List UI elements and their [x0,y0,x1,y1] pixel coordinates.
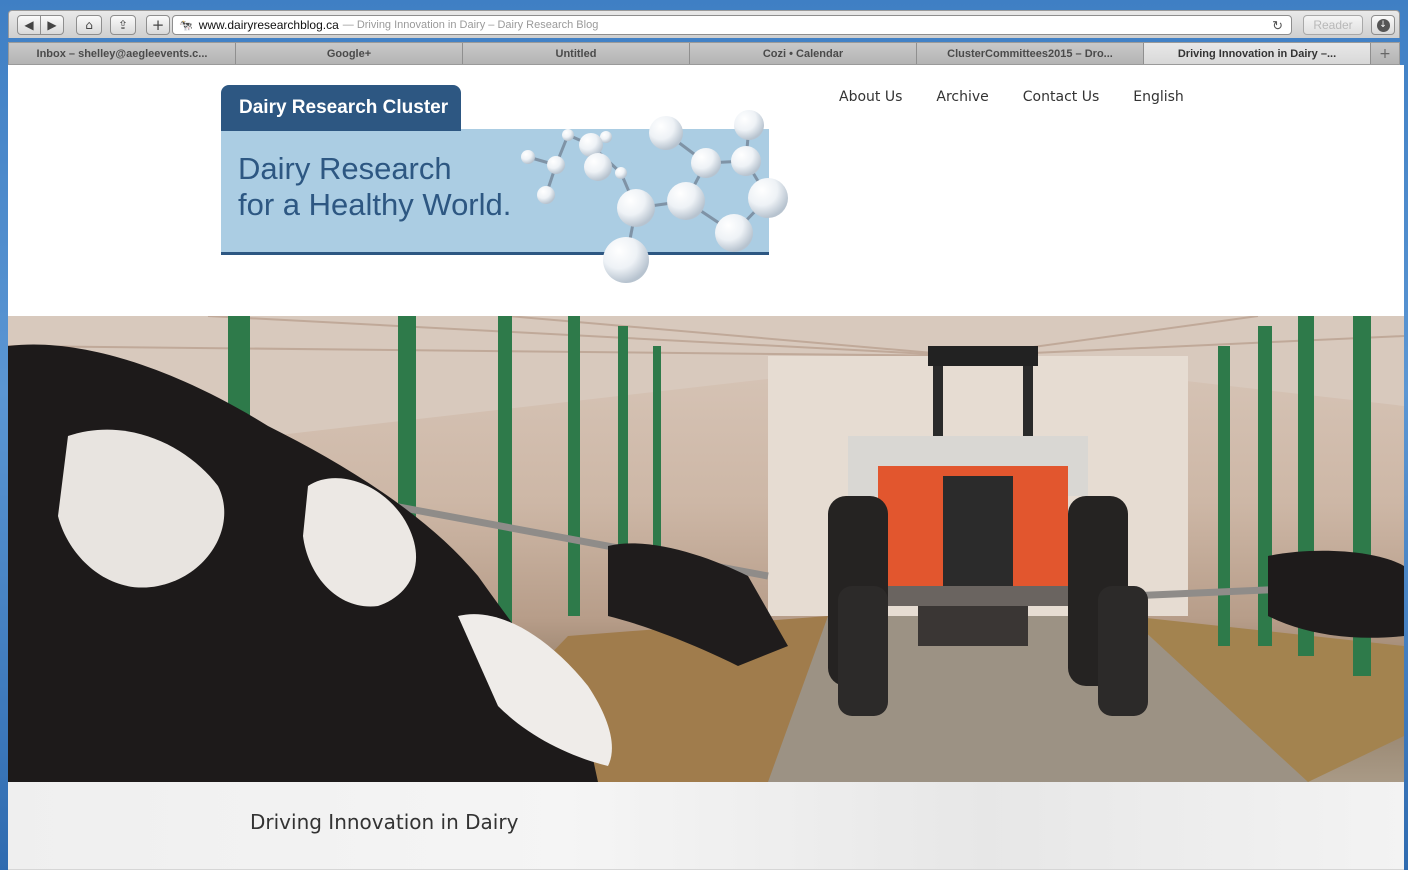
url-text: www.dairyresearchblog.ca [198,18,339,32]
add-bookmark-button[interactable]: + [146,15,170,35]
main-nav: About Us Archive Contact Us English [839,89,1184,105]
plus-icon: + [151,15,165,34]
tab-driving-innovation[interactable]: Driving Innovation in Dairy –... [1144,43,1371,64]
new-tab-button[interactable]: + [1371,43,1399,64]
share-icon: ⇪ [117,18,129,32]
nav-about-us[interactable]: About Us [839,89,902,105]
download-icon: ↓ [1376,18,1390,32]
hero-caption-bar: Driving Innovation in Dairy [8,782,1404,870]
tab-untitled[interactable]: Untitled [463,43,690,64]
site-logo[interactable]: Dairy Research for a Healthy World. Dair… [221,85,801,285]
reload-icon[interactable]: ↻ [1272,18,1283,34]
downloads-button[interactable]: ↓ [1371,15,1395,35]
hero-image [8,316,1404,782]
tab-cozi-calendar[interactable]: Cozi • Calendar [690,43,917,64]
reader-button[interactable]: Reader [1303,15,1363,35]
logo-tagline-line2: for a Healthy World. [238,187,512,222]
home-button[interactable]: ⌂ [76,15,102,35]
cow-favicon-icon: 🐄 [179,19,193,32]
back-button[interactable]: ◀ [17,15,41,35]
tab-cluster-committees[interactable]: ClusterCommittees2015 – Dro... [917,43,1144,64]
forward-button[interactable]: ▶ [40,15,64,35]
logo-title-tab: Dairy Research Cluster [221,85,461,131]
barn-cows-tractor-image [8,316,1404,782]
nav-language-english[interactable]: English [1133,89,1184,105]
logo-tagline-line1: Dairy Research [238,151,452,186]
back-arrow-icon: ◀ [24,18,34,32]
web-page: Dairy Research for a Healthy World. Dair… [8,65,1404,870]
page-title-text: — Driving Innovation in Dairy – Dairy Re… [342,19,599,31]
forward-arrow-icon: ▶ [47,18,57,32]
nav-archive[interactable]: Archive [936,89,988,105]
address-bar[interactable]: 🐄 www.dairyresearchblog.ca — Driving Inn… [172,15,1292,35]
tab-google-plus[interactable]: Google+ [236,43,463,64]
hero-caption-title: Driving Innovation in Dairy [250,810,519,834]
molecule-icon [521,110,788,283]
tab-inbox[interactable]: Inbox – shelley@aegleevents.c... [9,43,236,64]
home-icon: ⌂ [85,18,93,32]
share-button[interactable]: ⇪ [110,15,136,35]
browser-toolbar: ◀ ▶ ⌂ ⇪ + 🐄 www.dairyresearchblog.ca — D… [8,10,1400,38]
nav-contact-us[interactable]: Contact Us [1023,89,1099,105]
tab-bar: Inbox – shelley@aegleevents.c... Google+… [8,42,1400,65]
